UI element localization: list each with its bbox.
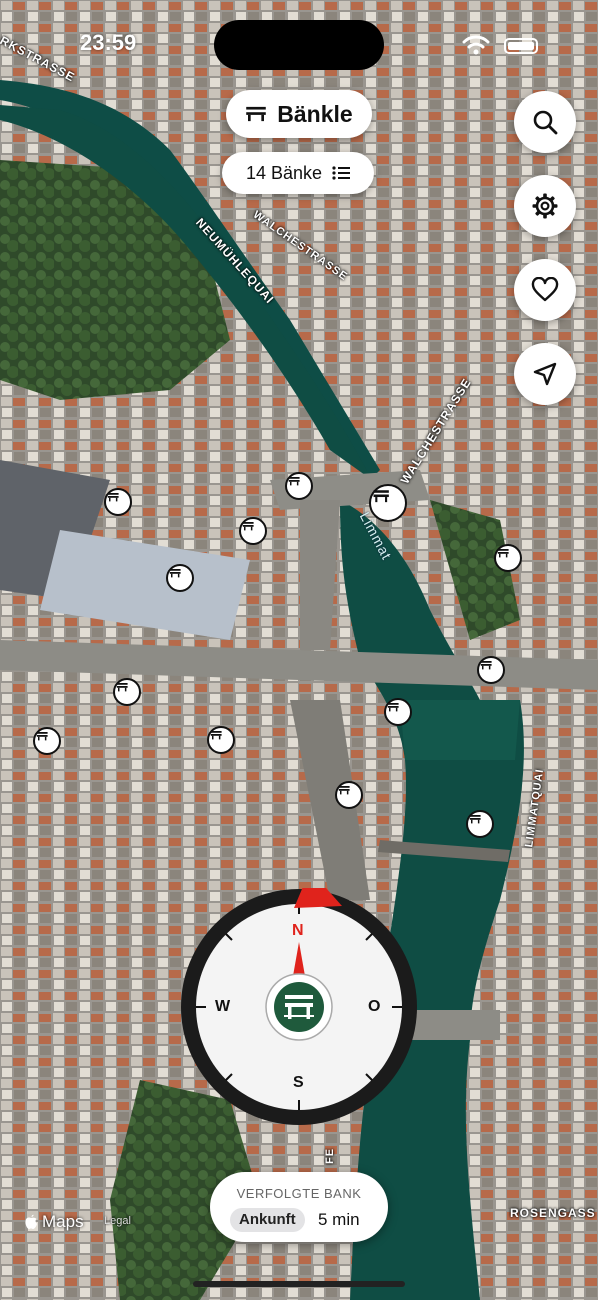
bench-icon [284,995,314,1019]
battery-icon [504,38,538,54]
bench-marker[interactable] [494,544,522,572]
legal-link[interactable]: Legal [104,1215,131,1227]
bench-marker[interactable] [285,472,313,500]
bench-icon [107,492,119,502]
bench-marker[interactable] [477,656,505,684]
search-icon [533,110,558,135]
bench-marker[interactable] [33,727,61,755]
tracked-bank-title: VERFOLGTE BANK [236,1186,362,1201]
bench-list-button[interactable]: 14 Bänke [222,152,374,194]
bench-marker[interactable] [166,564,194,592]
compass-south: S [293,1074,304,1091]
bench-icon [387,702,399,712]
bench-marker-selected[interactable] [369,484,407,522]
bench-icon [242,521,254,531]
bench-marker[interactable] [335,781,363,809]
bench-icon [469,814,481,824]
bench-marker[interactable] [384,698,412,726]
favorites-button[interactable] [514,259,576,321]
compass-west: W [215,998,231,1015]
heart-icon [531,277,559,302]
gear-icon [532,193,558,219]
bench-marker[interactable] [113,678,141,706]
bench-icon [338,785,350,795]
bench-marker[interactable] [104,488,132,516]
wifi-icon [462,35,490,55]
bench-icon [36,731,48,741]
location-arrow-icon [533,362,557,386]
apple-logo-icon [25,1214,37,1229]
list-icon [332,166,351,180]
bench-marker[interactable] [207,726,235,754]
street-label-fe: FE [324,1147,337,1165]
bench-icon [480,660,492,670]
compass-east: O [368,998,381,1015]
compass-north: N [292,922,304,939]
bench-icon [373,490,389,503]
settings-button[interactable] [514,175,576,237]
tracked-bank-card[interactable]: VERFOLGTE BANK Ankunft 5 min [210,1172,388,1242]
bench-marker[interactable] [239,517,267,545]
status-time: 23:59 [80,30,137,55]
bench-icon [116,682,128,692]
bench-icon [169,568,181,578]
bench-count-label: 14 Bänke [245,162,323,183]
bench-icon [497,548,509,558]
locate-me-button[interactable] [514,343,576,405]
bench-icon [210,730,222,740]
arrival-label: Ankunft [230,1208,305,1232]
maps-label: Maps [42,1212,84,1231]
bench-icon [246,106,267,122]
maps-logo: Maps [24,1212,84,1232]
app-title-pill[interactable]: Bänkle [226,90,372,138]
street-label-rosengasse: ROSENGASS [510,1206,596,1220]
arrival-time: 5 min [318,1210,360,1229]
bench-marker[interactable] [466,810,494,838]
app-title: Bänkle [277,100,353,127]
bench-icon [288,476,300,486]
search-button[interactable] [514,91,576,153]
compass[interactable]: N O S W [180,870,418,1126]
home-indicator[interactable] [193,1281,405,1287]
dynamic-island [214,20,384,70]
